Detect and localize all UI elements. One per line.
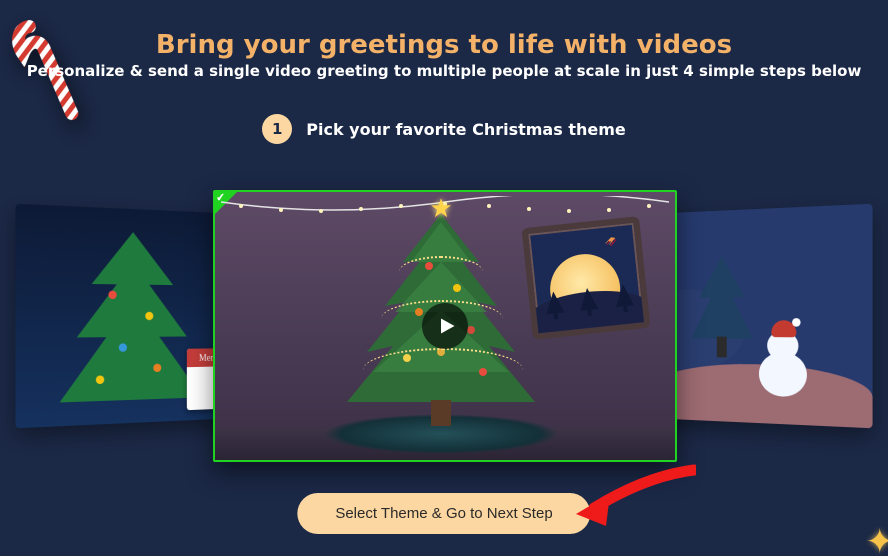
theme-carousel: Merry C ✔ (0, 190, 888, 458)
theme-card-prev[interactable]: Merry C (15, 204, 240, 429)
theme-card-selected[interactable]: ✔ 🛷 ★ (213, 190, 677, 462)
step-indicator: 1 Pick your favorite Christmas theme (0, 114, 888, 144)
play-icon (438, 317, 456, 335)
theme-card-next[interactable] (648, 204, 873, 429)
step-number-badge: 1 (262, 114, 292, 144)
annotation-arrow (576, 464, 696, 528)
step-label: Pick your favorite Christmas theme (306, 120, 625, 139)
select-theme-next-button[interactable]: Select Theme & Go to Next Step (297, 493, 590, 534)
snowman-illustration (759, 331, 807, 398)
play-button[interactable] (422, 303, 468, 349)
page-subtitle: Personalize & send a single video greeti… (0, 62, 888, 80)
sleigh-silhouette: 🛷 (604, 237, 618, 249)
pine-tree-illustration (688, 255, 757, 375)
sparkle-decoration: ✦ (866, 522, 888, 556)
page-title: Bring your greetings to life with videos (0, 30, 888, 60)
star-icon: ★ (429, 194, 452, 224)
